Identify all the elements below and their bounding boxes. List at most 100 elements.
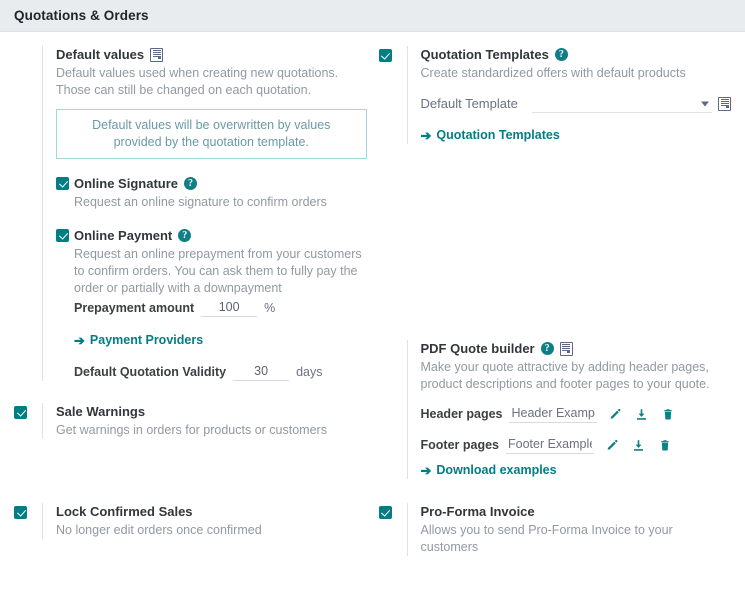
help-icon[interactable]: ?: [184, 177, 197, 190]
settings-body: Default values Default values used when …: [0, 32, 745, 574]
quotation-templates-link-label: Quotation Templates: [436, 126, 559, 144]
page-title: Quotations & Orders: [14, 8, 149, 23]
pdf-quote-builder-title-row: PDF Quote builder ?: [421, 340, 732, 357]
internal-link-icon[interactable]: [718, 97, 731, 111]
settings-column-left: Default values Default values used when …: [8, 46, 373, 497]
pro-forma-invoice-content: Pro-Forma Invoice Allows you to send Pro…: [407, 503, 732, 556]
online-signature-checkbox-cell: [56, 175, 74, 190]
lock-confirmed-sales-description: No longer edit orders once confirmed: [56, 522, 367, 539]
default-template-label: Default Template: [421, 96, 526, 111]
help-icon[interactable]: ?: [178, 229, 191, 242]
pencil-icon[interactable]: [608, 408, 621, 421]
setting-online-signature: Online Signature ? Request an online sig…: [56, 175, 367, 211]
header-pages-label: Header pages: [421, 407, 503, 421]
sale-warnings-label: Sale Warnings: [56, 403, 145, 420]
online-signature-checkbox[interactable]: [56, 177, 69, 190]
prepayment-amount-input[interactable]: [201, 299, 257, 317]
default-values-description: Default values used when creating new qu…: [56, 65, 367, 99]
arrow-right-icon: ➔: [421, 464, 432, 477]
online-payment-checkbox-cell: [56, 227, 74, 242]
setting-sale-warnings: Sale Warnings Get warnings in orders for…: [14, 403, 367, 439]
chevron-down-icon[interactable]: [701, 101, 709, 106]
quotation-templates-link[interactable]: ➔ Quotation Templates: [421, 126, 560, 144]
online-payment-label: Online Payment: [74, 227, 172, 244]
default-values-alert: Default values will be overwritten by va…: [56, 109, 367, 159]
sale-warnings-content: Sale Warnings Get warnings in orders for…: [42, 403, 367, 439]
default-template-input[interactable]: [532, 94, 712, 113]
default-values-label: Default values: [56, 46, 144, 63]
header-pages-actions: [608, 408, 674, 421]
pro-forma-invoice-description: Allows you to send Pro-Forma Invoice to …: [421, 522, 732, 556]
default-values-content: Default values Default values used when …: [42, 46, 367, 381]
prepayment-amount-suffix: %: [264, 301, 275, 315]
help-icon[interactable]: ?: [541, 342, 554, 355]
quotation-templates-label: Quotation Templates: [421, 46, 549, 63]
default-values-title-row: Default values: [56, 46, 367, 63]
internal-link-icon[interactable]: [150, 48, 163, 62]
help-icon[interactable]: ?: [555, 48, 568, 61]
payment-providers-link[interactable]: ➔ Payment Providers: [74, 331, 203, 349]
quotation-validity-suffix: days: [296, 365, 322, 379]
sale-warnings-checkbox-cell: [14, 403, 42, 419]
online-payment-description: Request an online prepayment from your c…: [74, 246, 367, 297]
prepayment-amount-row: Prepayment amount %: [74, 299, 367, 317]
quotation-validity-input[interactable]: [233, 363, 289, 381]
setting-pro-forma-invoice: Pro-Forma Invoice Allows you to send Pro…: [379, 503, 732, 556]
quotation-templates-description: Create standardized offers with default …: [421, 65, 732, 82]
pro-forma-invoice-checkbox-cell: [379, 503, 407, 519]
settings-column-right: Quotation Templates ? Create standardize…: [373, 46, 738, 497]
sale-warnings-checkbox[interactable]: [14, 406, 27, 419]
online-payment-checkbox[interactable]: [56, 229, 69, 242]
quotation-validity-label: Default Quotation Validity: [74, 365, 226, 379]
download-examples-row: ➔ Download examples: [421, 461, 732, 479]
download-icon[interactable]: [635, 408, 648, 421]
header-pages-row: Header pages: [421, 405, 732, 423]
download-examples-link-label: Download examples: [436, 461, 556, 479]
footer-pages-actions: [605, 439, 671, 452]
footer-pages-input[interactable]: [506, 436, 594, 454]
setting-default-values: Default values Default values used when …: [14, 46, 367, 381]
arrow-right-icon: ➔: [74, 334, 85, 347]
default-template-field: [532, 94, 712, 113]
pro-forma-invoice-label: Pro-Forma Invoice: [421, 503, 535, 520]
header-pages-input[interactable]: [509, 405, 597, 423]
quotation-validity-row: Default Quotation Validity days: [74, 363, 367, 381]
internal-link-icon[interactable]: [560, 342, 573, 356]
arrow-right-icon: ➔: [421, 129, 432, 142]
checkbox-placeholder: [14, 46, 42, 49]
lock-confirmed-sales-checkbox-cell: [14, 503, 42, 519]
setting-quotation-templates: Quotation Templates ? Create standardize…: [379, 46, 732, 144]
lock-confirmed-sales-checkbox[interactable]: [14, 506, 27, 519]
pencil-icon[interactable]: [605, 439, 618, 452]
download-examples-link[interactable]: ➔ Download examples: [421, 461, 557, 479]
trash-icon[interactable]: [662, 408, 674, 421]
prepayment-amount-label: Prepayment amount: [74, 301, 194, 315]
online-signature-title-row: Online Signature ?: [74, 175, 367, 192]
footer-pages-label: Footer pages: [421, 438, 500, 452]
sale-warnings-description: Get warnings in orders for products or c…: [56, 422, 367, 439]
download-icon[interactable]: [632, 439, 645, 452]
quotation-templates-content: Quotation Templates ? Create standardize…: [407, 46, 732, 144]
pdf-quote-builder-label: PDF Quote builder: [421, 340, 535, 357]
setting-online-payment: Online Payment ? Request an online prepa…: [56, 227, 367, 381]
checkbox-placeholder: [379, 340, 407, 343]
settings-row-bottom: Lock Confirmed Sales No longer edit orde…: [8, 503, 737, 574]
footer-pages-row: Footer pages: [421, 436, 732, 454]
online-signature-content: Online Signature ? Request an online sig…: [74, 175, 367, 211]
settings-column-bottom-left: Lock Confirmed Sales No longer edit orde…: [8, 503, 373, 574]
online-signature-label: Online Signature: [74, 175, 178, 192]
quotation-templates-title-row: Quotation Templates ?: [421, 46, 732, 63]
trash-icon[interactable]: [659, 439, 671, 452]
setting-lock-confirmed-sales: Lock Confirmed Sales No longer edit orde…: [14, 503, 367, 539]
payment-providers-link-label: Payment Providers: [90, 331, 203, 349]
payment-providers-link-row: ➔ Payment Providers: [74, 331, 367, 349]
setting-pdf-quote-builder: PDF Quote builder ? Make your quote attr…: [379, 340, 732, 479]
pro-forma-invoice-title-row: Pro-Forma Invoice: [421, 503, 732, 520]
quotation-templates-checkbox-cell: [379, 46, 407, 62]
pdf-quote-builder-description: Make your quote attractive by adding hea…: [421, 359, 731, 393]
quotation-templates-checkbox[interactable]: [379, 49, 392, 62]
pro-forma-invoice-checkbox[interactable]: [379, 506, 392, 519]
page-header: Quotations & Orders: [0, 0, 745, 32]
online-payment-title-row: Online Payment ?: [74, 227, 367, 244]
pdf-quote-builder-content: PDF Quote builder ? Make your quote attr…: [407, 340, 732, 479]
